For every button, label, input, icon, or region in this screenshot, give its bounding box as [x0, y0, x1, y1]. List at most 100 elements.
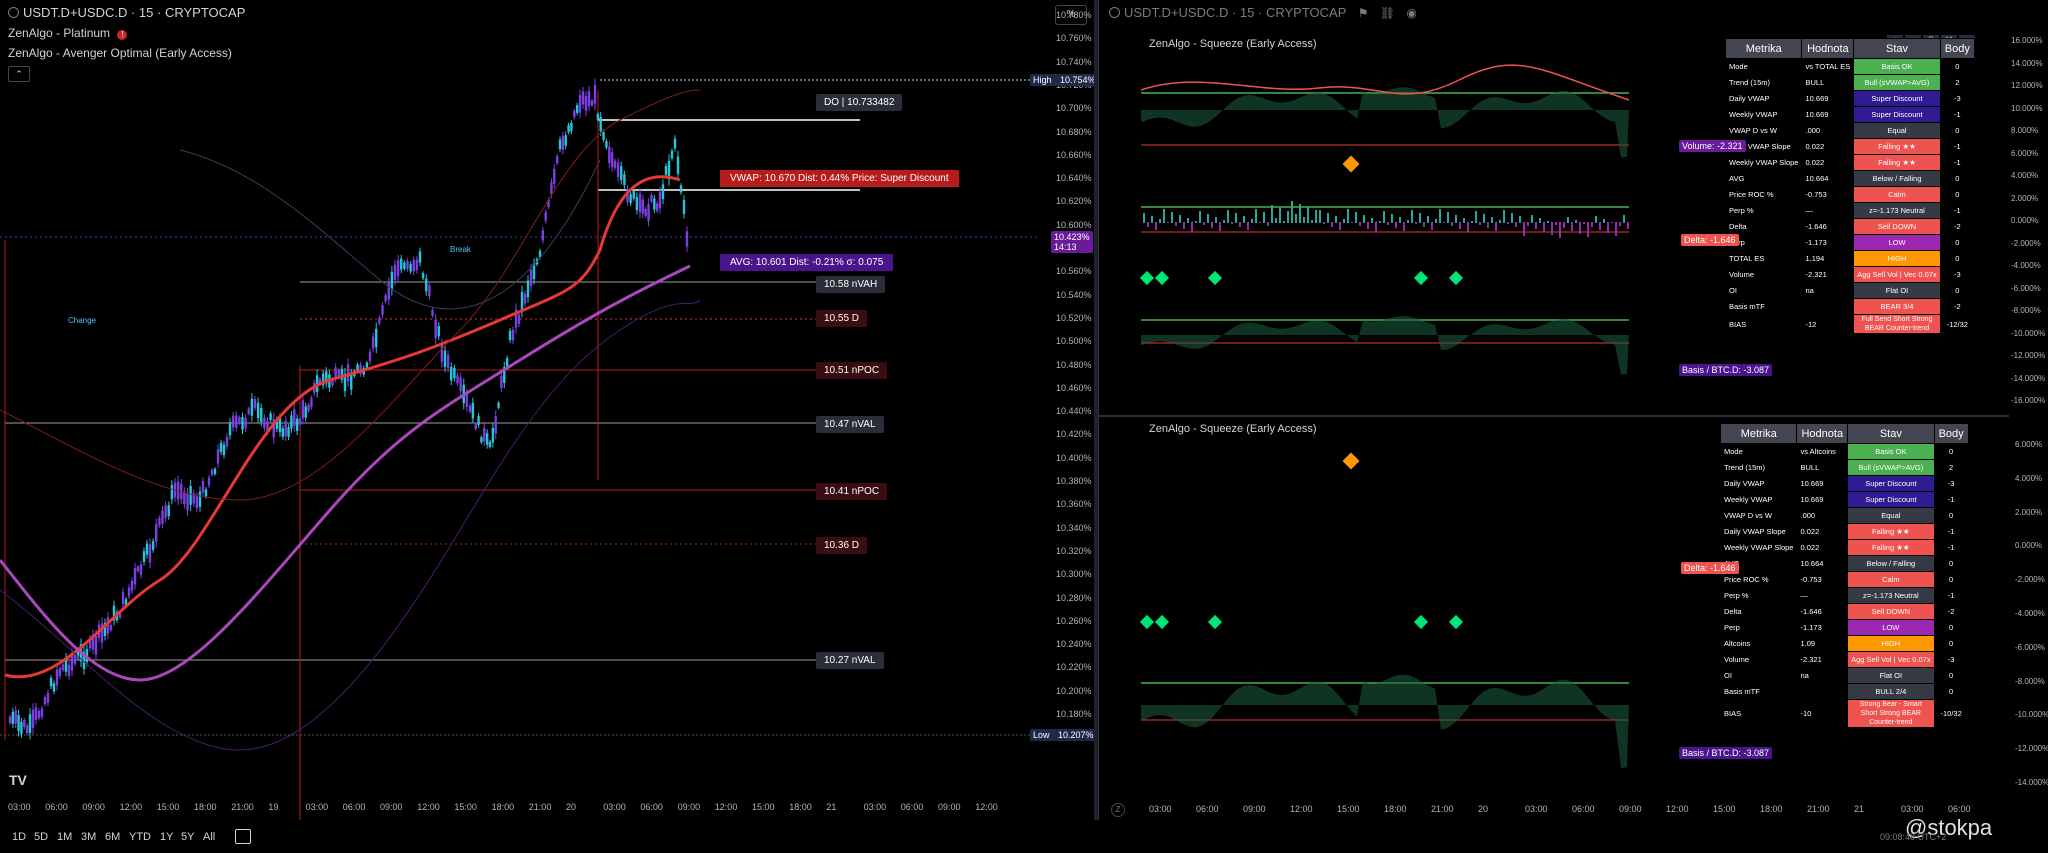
table-cell: -12/32: [1939, 314, 1975, 334]
percent-axis-tick: 6.000%: [2011, 148, 2039, 158]
histogram-bar: [1599, 222, 1601, 230]
table-cell: 0: [1933, 507, 1969, 524]
table-cell: Flat OI: [1847, 667, 1935, 684]
percent-axis[interactable]: 16.000% 14.000% 12.000% 10.000% 8.000% 6.000%…: [2009, 0, 2048, 800]
table-row: Delta -1.646 Sell DOWN -2: [1719, 603, 1969, 620]
table-cell: 0: [1939, 234, 1975, 251]
price-chart-canvas[interactable]: [0, 30, 1040, 820]
table-cell: Flat OI: [1853, 282, 1941, 299]
table-cell: -3: [1933, 651, 1969, 668]
timeframe-5d[interactable]: 5D: [34, 831, 48, 843]
histogram-bar: [1315, 210, 1317, 223]
symbol-title[interactable]: USDT.D+USDC.D · 15 · CRYPTOCAP: [8, 5, 245, 20]
timeframe-5y[interactable]: 5Y: [181, 831, 194, 843]
candle-body: [676, 156, 680, 174]
price-axis-tick: 10.200%: [1056, 685, 1092, 696]
candle-body: [593, 84, 597, 104]
squeeze-pane[interactable]: USDT.D+USDC.D · 15 · CRYPTOCAP ⚑ ⛓ ◉ Zen…: [1098, 0, 2048, 820]
main-chart-pane[interactable]: USDT.D+USDC.D · 15 · CRYPTOCAP ZenAlgo -…: [0, 0, 1099, 820]
table-cell: 0: [1939, 250, 1975, 267]
table-cell: -0.753: [1796, 571, 1849, 588]
table-cell: 10.669: [1801, 90, 1855, 107]
date-range-icon[interactable]: [235, 829, 251, 844]
time-axis-tick: 06:00: [900, 802, 924, 812]
time-axis-tick: 15:00: [1713, 804, 1736, 814]
candle-body: [195, 496, 199, 509]
candle-body: [653, 198, 656, 210]
time-axis[interactable]: 03:00 06:00 09:00 12:00 15:00 18:00 21:00 19 03:…: [0, 800, 1040, 816]
candle-body: [287, 427, 290, 437]
table-cell: 0: [1933, 555, 1969, 572]
histogram-bar: [1167, 222, 1169, 223]
candle-body: [425, 278, 428, 292]
price-axis-tick: 10.700%: [1056, 103, 1092, 114]
histogram-bar: [1431, 222, 1433, 230]
candle-body: [437, 326, 440, 337]
level-label: 10.47 nVAL: [816, 416, 884, 433]
table-row: Perp % — z=-1.173 Neutral -1: [1719, 587, 1969, 604]
histogram-bar: [1243, 216, 1245, 223]
column-header: Hodnota: [1801, 38, 1855, 59]
price-axis-tick: 10.680%: [1056, 126, 1092, 137]
histogram-bar: [1591, 222, 1593, 227]
histogram-bar: [1479, 222, 1481, 225]
break-note: Break: [450, 245, 471, 254]
green-diamond: [1448, 270, 1464, 286]
candle-body: [629, 194, 632, 204]
tradingview-logo[interactable]: TV: [9, 772, 27, 788]
table-cell: na: [1796, 667, 1849, 684]
candle-body: [541, 230, 545, 241]
candle-body: [375, 328, 378, 348]
price-axis-tick: 10.380%: [1056, 476, 1092, 486]
histogram-bar: [1551, 222, 1553, 235]
time-axis-tick: 06:00: [1572, 804, 1595, 814]
table-cell: z=-1.173 Neutral: [1853, 202, 1941, 219]
candle-body: [244, 417, 247, 429]
timeframe-all[interactable]: All: [203, 831, 215, 843]
candle-body: [520, 291, 524, 311]
table-cell: 0: [1939, 186, 1975, 203]
scale-z-button[interactable]: Z: [1111, 803, 1125, 817]
timeframe-6m[interactable]: 6M: [105, 831, 120, 843]
green-diamond: [1448, 614, 1464, 630]
timeframe-ytd[interactable]: YTD: [129, 831, 151, 843]
level-label: 10.27 nVAL: [816, 652, 884, 669]
time-axis-tick: 06:00: [342, 802, 366, 812]
timeframe-3m[interactable]: 3M: [81, 831, 96, 843]
histogram-bar: [1491, 217, 1493, 223]
price-axis[interactable]: 10.780%10.760%10.740%10.720%10.700%10.68…: [1040, 0, 1094, 800]
histogram-bar: [1623, 215, 1625, 223]
histogram-bar: [1215, 217, 1217, 223]
candle-body: [133, 568, 137, 585]
right-time-axis[interactable]: 03:00 06:00 09:00 12:00 15:00 18:00 21:00 20 03:…: [1099, 802, 2009, 818]
timeframe-1d[interactable]: 1D: [12, 831, 26, 843]
avg-line: [0, 264, 691, 682]
percent-axis-tick: -2.000%: [2015, 575, 2045, 585]
table-cell: 0: [1933, 619, 1969, 636]
histogram-bar: [1483, 214, 1485, 223]
green-diamond: [1154, 614, 1170, 630]
time-axis-tick: 09:00: [1619, 804, 1642, 814]
histogram-bar: [1475, 211, 1477, 223]
histogram-bar: [1223, 220, 1225, 223]
candle-body: [301, 400, 305, 419]
candle-body: [567, 125, 570, 133]
candle-body: [356, 364, 359, 371]
timeframe-1m[interactable]: 1M: [57, 831, 72, 843]
percent-axis-tick: -14.000%: [2011, 373, 2046, 383]
table-row: Daily VWAP Slope 0.022 Falling ★★ -1: [1719, 523, 1969, 540]
candle-body: [403, 262, 406, 269]
time-axis-tick: 12:00: [714, 802, 738, 812]
candle-body: [378, 317, 381, 324]
histogram-bar: [1423, 222, 1425, 227]
histogram-bar: [1287, 211, 1289, 223]
table-row: Weekly VWAP Slope 0.022 Falling ★★ -1: [1724, 154, 1975, 171]
timeframe-1y[interactable]: 1Y: [160, 831, 173, 843]
time-axis-tick: 21:00: [1807, 804, 1830, 814]
price-axis-tick: 10.660%: [1056, 149, 1092, 160]
table-cell: Basis mTF: [1724, 298, 1803, 315]
histogram-bar: [1343, 219, 1345, 223]
candle-body: [605, 140, 608, 148]
table-cell: 0.022: [1801, 154, 1855, 171]
percent-axis-tick: 0.000%: [2011, 216, 2039, 225]
